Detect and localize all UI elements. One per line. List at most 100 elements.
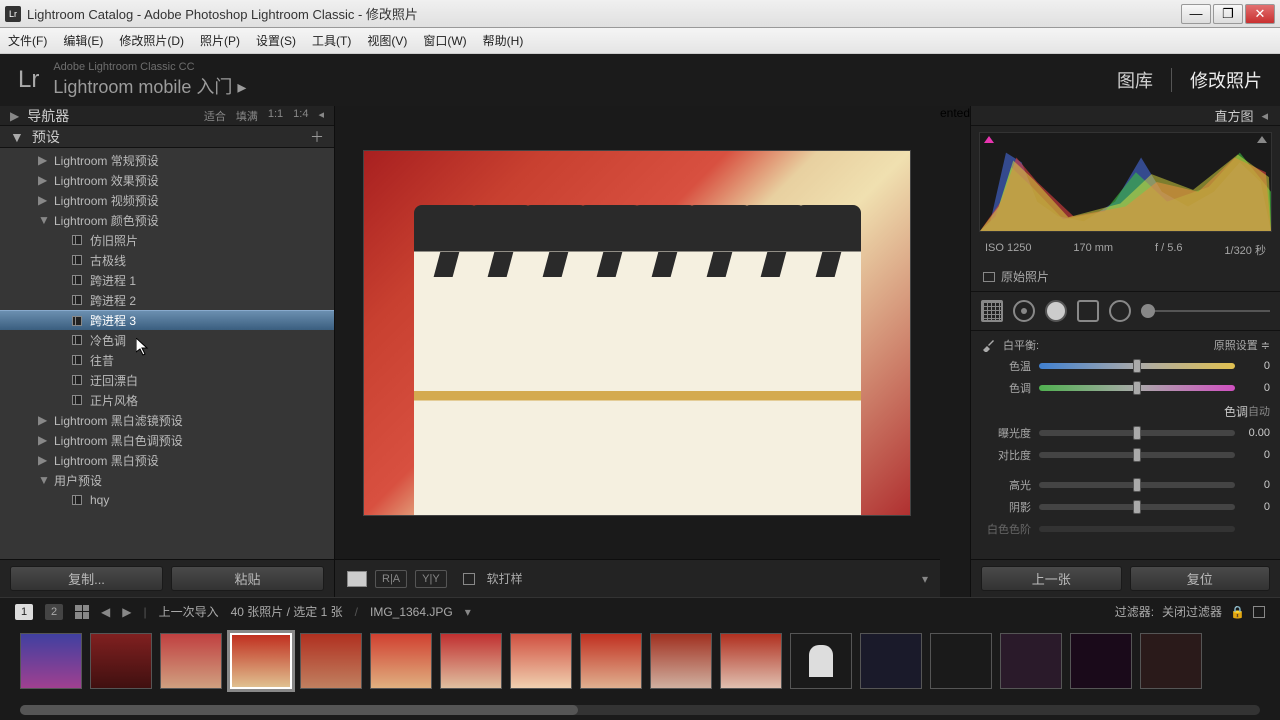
graduated-filter-icon[interactable] bbox=[1077, 300, 1099, 322]
presets-expand-icon[interactable]: ▼ bbox=[10, 129, 24, 145]
contrast-slider[interactable]: 对比度 0 bbox=[981, 444, 1270, 466]
thumbnail[interactable] bbox=[790, 633, 852, 689]
thumbnail-selected[interactable] bbox=[230, 633, 292, 689]
menu-help[interactable]: 帮助(H) bbox=[483, 32, 524, 49]
screen-2-button[interactable]: 2 bbox=[45, 604, 63, 620]
shadows-slider[interactable]: 阴影 0 bbox=[981, 496, 1270, 518]
histogram-header[interactable]: 直方图 ◂ bbox=[971, 106, 1280, 126]
temperature-slider[interactable]: 色温 0 bbox=[981, 355, 1270, 377]
thumbnail[interactable] bbox=[860, 633, 922, 689]
thumbnail[interactable] bbox=[370, 633, 432, 689]
reset-button[interactable]: 复位 bbox=[1130, 566, 1271, 591]
preset-cross-2[interactable]: 跨进程 2 bbox=[0, 290, 334, 310]
tab-library[interactable]: 图库 bbox=[1117, 67, 1153, 93]
navigator-expand-icon[interactable]: ▶ bbox=[10, 109, 19, 123]
wb-dropdown[interactable]: 原照设置 ≑ bbox=[1214, 337, 1270, 353]
thumbnail[interactable] bbox=[580, 633, 642, 689]
redeye-tool-icon[interactable] bbox=[1045, 300, 1067, 322]
preset-positive-film[interactable]: 正片风格 bbox=[0, 390, 334, 410]
maximize-button[interactable]: ❐ bbox=[1213, 4, 1243, 24]
preset-group-bw[interactable]: ▶Lightroom 黑白预设 bbox=[0, 450, 334, 470]
navigator-title[interactable]: 导航器 bbox=[27, 106, 204, 126]
histogram-collapse-icon[interactable]: ◂ bbox=[1261, 108, 1268, 124]
thumbnail[interactable] bbox=[1070, 633, 1132, 689]
thumbnail[interactable] bbox=[440, 633, 502, 689]
spot-removal-icon[interactable] bbox=[1013, 300, 1035, 322]
preset-aged-photo[interactable]: 仿旧照片 bbox=[0, 230, 334, 250]
thumbnail[interactable] bbox=[930, 633, 992, 689]
crop-tool-icon[interactable] bbox=[981, 300, 1003, 322]
thumbnail[interactable] bbox=[510, 633, 572, 689]
filename-dropdown-icon[interactable]: ▾ bbox=[465, 605, 471, 619]
preset-group-video[interactable]: ▶Lightroom 视频预设 bbox=[0, 190, 334, 210]
thumbnail[interactable] bbox=[160, 633, 222, 689]
loupe-view-icon[interactable] bbox=[347, 571, 367, 587]
filter-toggle-icon[interactable] bbox=[1253, 606, 1265, 618]
thumbnail[interactable] bbox=[650, 633, 712, 689]
preset-group-effect[interactable]: ▶Lightroom 效果预设 bbox=[0, 170, 334, 190]
source-label[interactable]: 上一次导入 bbox=[159, 603, 219, 620]
menu-edit[interactable]: 编辑(E) bbox=[63, 32, 103, 49]
auto-tone-button[interactable]: 自动 bbox=[1248, 403, 1270, 420]
zoom-fill[interactable]: 填满 bbox=[236, 108, 258, 124]
preset-polar[interactable]: 古极线 bbox=[0, 250, 334, 270]
menu-settings[interactable]: 设置(S) bbox=[256, 32, 296, 49]
preset-cross-1[interactable]: 跨进程 1 bbox=[0, 270, 334, 290]
tint-slider[interactable]: 色调 0 bbox=[981, 377, 1270, 399]
thumbnail[interactable] bbox=[300, 633, 362, 689]
filmstrip-scrollbar[interactable] bbox=[20, 705, 1260, 715]
thumbnail[interactable] bbox=[90, 633, 152, 689]
menu-window[interactable]: 窗口(W) bbox=[423, 32, 466, 49]
soft-proof-checkbox[interactable] bbox=[463, 573, 475, 585]
preset-group-bw-tone[interactable]: ▶Lightroom 黑白色调预设 bbox=[0, 430, 334, 450]
menu-develop[interactable]: 修改照片(D) bbox=[119, 32, 184, 49]
highlights-slider[interactable]: 高光 0 bbox=[981, 474, 1270, 496]
histogram[interactable] bbox=[979, 132, 1272, 232]
menu-photo[interactable]: 照片(P) bbox=[200, 32, 240, 49]
presets-add-icon[interactable]: ＋ bbox=[310, 127, 324, 147]
exposure-slider[interactable]: 曝光度 0.00 bbox=[981, 422, 1270, 444]
tab-develop[interactable]: 修改照片 bbox=[1190, 67, 1262, 93]
brush-size-slider[interactable] bbox=[1141, 310, 1270, 312]
preset-group-bw-filter[interactable]: ▶Lightroom 黑白滤镜预设 bbox=[0, 410, 334, 430]
preset-group-color[interactable]: ▼Lightroom 颜色预设 bbox=[0, 210, 334, 230]
preset-cross-3[interactable]: 跨进程 3 bbox=[0, 310, 334, 330]
original-photo-row[interactable]: 原始照片 bbox=[971, 262, 1280, 292]
preset-cold-tone[interactable]: 冷色调 bbox=[0, 330, 334, 350]
grid-view-icon[interactable] bbox=[75, 605, 89, 619]
thumbnail[interactable] bbox=[1000, 633, 1062, 689]
nav-forward-icon[interactable]: ▶ bbox=[122, 605, 131, 619]
screen-1-button[interactable]: 1 bbox=[15, 604, 33, 620]
thumbnail[interactable] bbox=[20, 633, 82, 689]
menu-tools[interactable]: 工具(T) bbox=[312, 32, 351, 49]
preset-user-hqy[interactable]: hqy bbox=[0, 490, 334, 510]
nav-back-icon[interactable]: ◀ bbox=[101, 605, 110, 619]
close-button[interactable]: ✕ bbox=[1245, 4, 1275, 24]
menu-file[interactable]: 文件(F) bbox=[8, 32, 47, 49]
paste-button[interactable]: 粘贴 bbox=[171, 566, 324, 591]
menu-view[interactable]: 视图(V) bbox=[367, 32, 407, 49]
presets-header[interactable]: ▼ 预设 ＋ bbox=[0, 126, 334, 148]
compare-yy-icon[interactable]: Y|Y bbox=[415, 570, 447, 588]
zoom-1-1[interactable]: 1:1 bbox=[268, 108, 283, 124]
thumbnail[interactable] bbox=[1140, 633, 1202, 689]
zoom-1-4[interactable]: 1:4 bbox=[293, 108, 308, 124]
compare-before-after-icon[interactable]: R|A bbox=[375, 570, 407, 588]
zoom-dropdown-icon[interactable]: ◂ bbox=[318, 108, 324, 124]
copy-button[interactable]: 复制... bbox=[10, 566, 163, 591]
eyedropper-icon[interactable] bbox=[981, 338, 995, 352]
whites-slider[interactable]: 白色色阶 bbox=[981, 518, 1270, 540]
brand-mobile[interactable]: Lightroom mobile 入门 ▸ bbox=[53, 73, 246, 99]
preset-bleach-bypass[interactable]: 迂回漂白 bbox=[0, 370, 334, 390]
filter-lock-icon[interactable]: 🔒 bbox=[1230, 605, 1245, 619]
filter-value[interactable]: 关闭过滤器 bbox=[1162, 603, 1222, 620]
zoom-fit[interactable]: 适合 bbox=[204, 108, 226, 124]
preset-group-general[interactable]: ▶Lightroom 常规预设 bbox=[0, 150, 334, 170]
preset-group-user[interactable]: ▼用户预设 bbox=[0, 470, 334, 490]
preset-yesteryear[interactable]: 往昔 bbox=[0, 350, 334, 370]
image-viewer[interactable] bbox=[335, 106, 940, 559]
thumbnail[interactable] bbox=[720, 633, 782, 689]
radial-filter-icon[interactable] bbox=[1109, 300, 1131, 322]
original-checkbox-icon[interactable] bbox=[983, 272, 995, 282]
minimize-button[interactable]: — bbox=[1181, 4, 1211, 24]
